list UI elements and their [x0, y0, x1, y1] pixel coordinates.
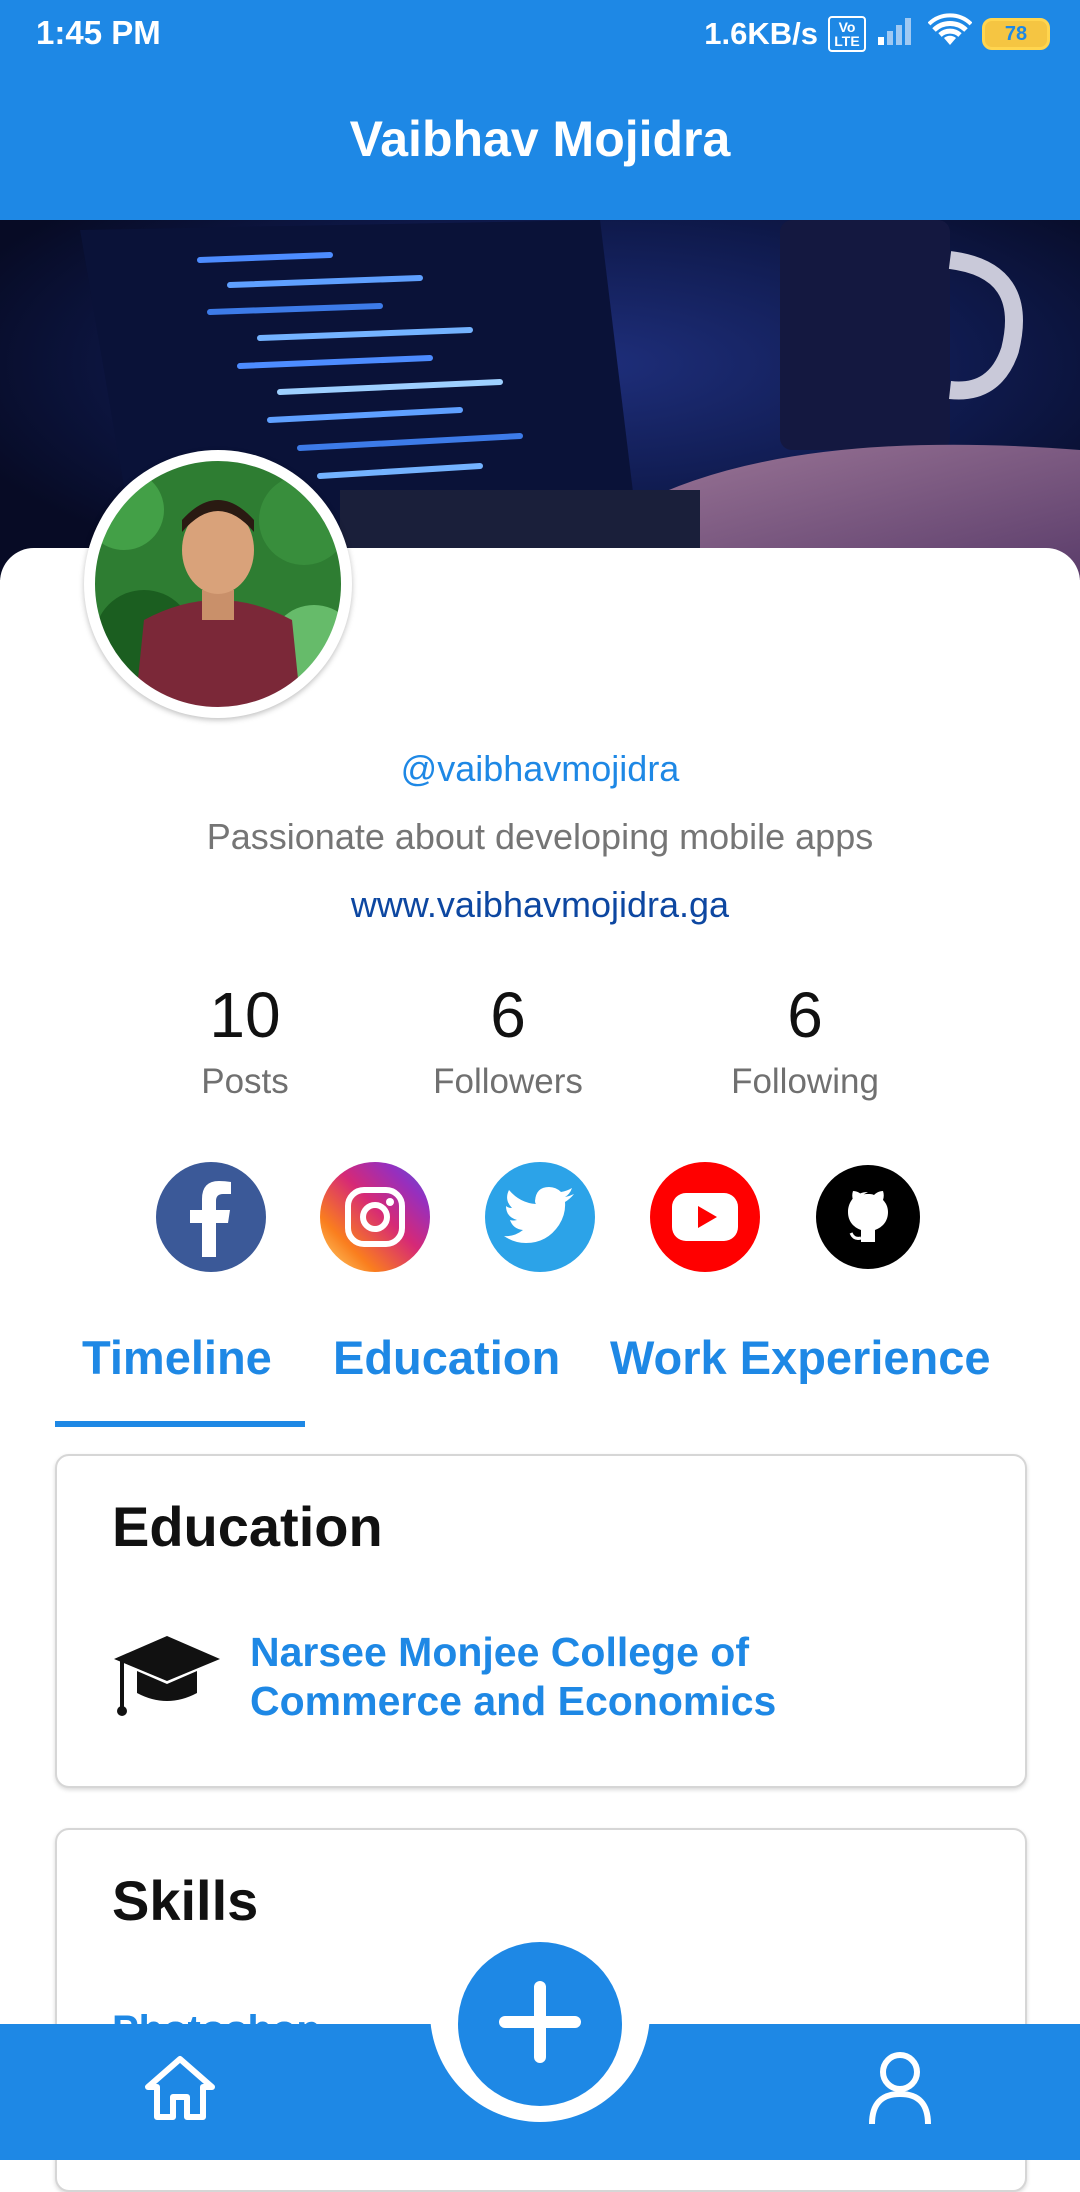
followers-label: Followers: [433, 1062, 583, 1101]
avatar[interactable]: [84, 450, 352, 718]
youtube-icon[interactable]: [650, 1162, 760, 1272]
education-card-title: Education: [112, 1495, 383, 1558]
tab-timeline[interactable]: Timeline: [82, 1330, 272, 1385]
active-tab-indicator: [55, 1421, 305, 1427]
add-post-button[interactable]: [458, 1942, 622, 2106]
profile-handle[interactable]: @vaibhavmojidra: [0, 748, 1080, 790]
wifi-icon: [927, 13, 973, 55]
posts-count[interactable]: 10: [115, 978, 375, 1052]
education-institution-link[interactable]: Narsee Monjee College of Commerce and Ec…: [250, 1628, 950, 1726]
battery-icon: 78: [982, 18, 1050, 50]
graduation-cap-icon: [112, 1631, 222, 1726]
person-icon[interactable]: [868, 2050, 932, 2131]
profile-bio: Passionate about developing mobile apps: [206, 816, 874, 857]
app-title: Vaibhav Mojidra: [349, 111, 731, 167]
following-count[interactable]: 6: [675, 978, 935, 1052]
following-label: Following: [731, 1062, 879, 1101]
plus-icon: [497, 1979, 583, 2070]
twitter-icon[interactable]: [485, 1162, 595, 1272]
skills-card-title: Skills: [112, 1869, 259, 1932]
status-indicators: 1.6KB/s Vo LTE 78: [704, 12, 1050, 56]
profile-website-link[interactable]: www.vaibhavmojidra.ga: [0, 884, 1080, 926]
github-icon[interactable]: [816, 1165, 920, 1269]
posts-label: Posts: [201, 1062, 289, 1101]
followers-count[interactable]: 6: [378, 978, 638, 1052]
tab-education[interactable]: Education: [333, 1330, 560, 1385]
facebook-icon[interactable]: [156, 1162, 266, 1272]
instagram-icon[interactable]: [320, 1162, 430, 1272]
signal-icon: [876, 15, 918, 53]
education-card: Education Narsee Monjee College of Comme…: [55, 1454, 1027, 1788]
volte-badge: Vo LTE: [828, 16, 866, 52]
network-speed: 1.6KB/s: [704, 16, 818, 51]
tab-work-experience[interactable]: Work Experience: [610, 1330, 991, 1385]
battery-level: 78: [1004, 22, 1028, 45]
home-icon[interactable]: [144, 2055, 216, 2126]
status-time: 1:45 PM: [36, 14, 161, 51]
